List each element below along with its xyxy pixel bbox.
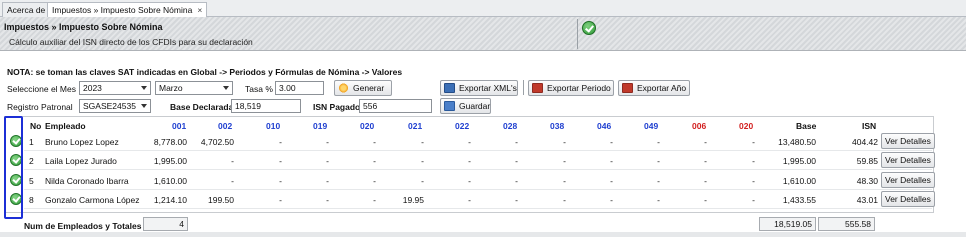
table-cell-c020b: - — [752, 195, 755, 205]
guardar-button[interactable]: Guardar — [440, 98, 491, 114]
ver-detalles-button[interactable]: Ver Detalles — [881, 172, 935, 188]
exportar-periodo-label: Exportar Periodo — [547, 83, 611, 93]
page-subtitle: Cálculo auxiliar del ISN directo de los … — [9, 37, 253, 47]
table-cell-isn: 59.85 — [856, 156, 878, 166]
table-cell-base: 1,610.00 — [782, 176, 816, 186]
table-cell-c020b: - — [752, 156, 755, 166]
col-038[interactable]: 038 — [550, 121, 564, 131]
row-divider — [24, 208, 932, 209]
col-028[interactable]: 028 — [503, 121, 517, 131]
base-input[interactable]: 18,519 — [231, 99, 301, 113]
row-divider — [24, 150, 932, 151]
registro-value: SGASE24535 — [83, 101, 136, 111]
guardar-label: Guardar — [459, 101, 491, 111]
xml-icon — [444, 83, 455, 93]
col-001[interactable]: 001 — [172, 121, 186, 131]
generar-button[interactable]: Generar — [334, 80, 392, 96]
col-020-red[interactable]: 020 — [739, 121, 753, 131]
totals-isn: 555.58 — [818, 217, 875, 231]
page-header: Impuestos » Impuesto Sobre Nómina Cálcul… — [0, 17, 966, 51]
mes-label: Seleccione el Mes — [7, 84, 76, 94]
header-divider — [577, 19, 578, 49]
col-022[interactable]: 022 — [455, 121, 469, 131]
check-icon — [582, 21, 596, 35]
exportar-anio-button[interactable]: Exportar Año — [618, 80, 690, 96]
month-value: Marzo — [159, 83, 183, 93]
table-cell-c020b: - — [752, 176, 755, 186]
table-cell-isn: 43.01 — [856, 195, 878, 205]
col-isn[interactable]: ISN — [862, 121, 876, 131]
table-cell-empleado: Laila Lopez Jurado — [45, 156, 117, 166]
table-cell-isn: 48.30 — [856, 176, 878, 186]
year-select[interactable]: 2023 — [79, 81, 151, 95]
chevron-down-icon — [223, 86, 229, 90]
tasa-label: Tasa % — [245, 84, 273, 94]
col-no[interactable]: No — [30, 121, 41, 131]
col-020[interactable]: 020 — [360, 121, 374, 131]
col-010[interactable]: 010 — [266, 121, 280, 131]
col-046[interactable]: 046 — [597, 121, 611, 131]
tasa-input[interactable]: 3.00 — [275, 81, 324, 95]
col-002[interactable]: 002 — [218, 121, 232, 131]
chevron-down-icon — [141, 86, 147, 90]
tab-label: Impuestos » Impuesto Sobre Nómina — [52, 5, 193, 15]
table-cell-isn: 404.42 — [852, 137, 878, 147]
table-cell-no: 5 — [29, 176, 34, 186]
tab-bar: Acerca de Impuestos » Impuesto Sobre Nóm… — [0, 0, 966, 18]
status-column-highlight — [4, 116, 23, 219]
col-019[interactable]: 019 — [313, 121, 327, 131]
note-text: NOTA: se toman las claves SAT indicadas … — [7, 67, 403, 77]
row-divider — [24, 189, 932, 190]
col-049[interactable]: 049 — [644, 121, 658, 131]
table-cell-base: 13,480.50 — [778, 137, 816, 147]
row-divider — [24, 169, 932, 170]
table-cell-no: 2 — [29, 156, 34, 166]
close-icon[interactable]: × — [197, 5, 202, 15]
isn-label: ISN Pagado — [313, 102, 361, 112]
ver-detalles-button[interactable]: Ver Detalles — [881, 152, 935, 168]
col-base[interactable]: Base — [796, 121, 816, 131]
exportar-xml-button[interactable]: Exportar XML's — [440, 80, 518, 96]
exportar-xml-label: Exportar XML's — [459, 83, 517, 93]
table-cell-no: 8 — [29, 195, 34, 205]
generar-label: Generar — [353, 83, 385, 93]
ver-detalles-button[interactable]: Ver Detalles — [881, 133, 935, 149]
chevron-down-icon — [141, 104, 147, 108]
col-021[interactable]: 021 — [408, 121, 422, 131]
excel-icon — [622, 83, 633, 93]
base-label: Base Declarada — [170, 102, 234, 112]
month-select[interactable]: Marzo — [155, 81, 233, 95]
exportar-periodo-button[interactable]: Exportar Periodo — [528, 80, 614, 96]
totals-label: Num de Empleados y Totales — [24, 221, 142, 231]
registro-label: Registro Patronal — [7, 102, 73, 112]
year-value: 2023 — [83, 83, 102, 93]
page-title: Impuestos » Impuesto Sobre Nómina — [4, 22, 163, 32]
col-empleado[interactable]: Empleado — [45, 121, 86, 131]
col-006[interactable]: 006 — [692, 121, 706, 131]
toolbar-divider — [523, 80, 524, 95]
tab-acerca-de[interactable]: Acerca de — [2, 2, 51, 17]
table-cell-base: 1,433.55 — [782, 195, 816, 205]
gear-icon — [338, 83, 349, 93]
table-cell-empleado: Nilda Coronado Ibarra — [45, 176, 129, 186]
registro-select[interactable]: SGASE24535 — [79, 99, 151, 113]
save-icon — [444, 101, 455, 111]
table-cell-empleado: Bruno Lopez Lopez — [45, 137, 119, 147]
table-cell-base: 1,995.00 — [782, 156, 816, 166]
isn-input[interactable]: 556 — [359, 99, 432, 113]
excel-icon — [532, 83, 543, 93]
tab-impuesto-sobre-nomina[interactable]: Impuestos » Impuesto Sobre Nómina × — [47, 2, 208, 18]
status-bar — [0, 232, 966, 237]
ver-detalles-button[interactable]: Ver Detalles — [881, 191, 935, 207]
exportar-anio-label: Exportar Año — [637, 83, 687, 93]
table-cell-empleado: Gonzalo Carmona López — [45, 195, 140, 205]
table-cell-c020b: - — [752, 137, 755, 147]
totals-count: 4 — [143, 217, 188, 231]
totals-base: 18,519.05 — [759, 217, 816, 231]
table-cell-no: 1 — [29, 137, 34, 147]
